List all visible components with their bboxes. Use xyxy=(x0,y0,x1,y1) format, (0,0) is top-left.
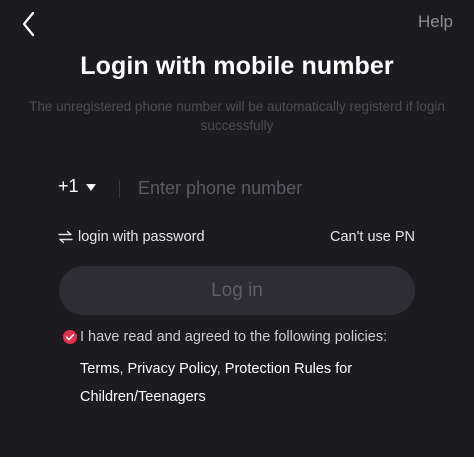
country-code-selector[interactable]: +1 xyxy=(58,176,96,197)
agreement-text: I have read and agreed to the following … xyxy=(80,329,388,345)
input-divider xyxy=(119,180,120,198)
caret-down-icon xyxy=(85,184,96,191)
login-with-password-label: login with password xyxy=(78,229,205,245)
phone-entry-row: +1 xyxy=(58,174,414,204)
page-title: Login with mobile number xyxy=(80,52,394,80)
login-with-password-link[interactable]: login with password xyxy=(58,229,205,245)
privacy-policy-link[interactable]: Privacy Policy xyxy=(128,361,217,377)
login-button[interactable]: Log in xyxy=(59,266,415,315)
help-link[interactable]: Help xyxy=(418,12,453,32)
check-circle-icon[interactable] xyxy=(63,330,77,344)
phone-number-input[interactable] xyxy=(138,174,408,202)
terms-link[interactable]: Terms xyxy=(80,361,119,377)
country-code-value: +1 xyxy=(58,176,79,196)
chevron-left-icon xyxy=(22,11,35,37)
back-button[interactable] xyxy=(16,8,44,40)
cant-use-pn-link[interactable]: Can't use PN xyxy=(330,229,415,245)
separator: , xyxy=(119,361,124,377)
alternative-login-row: login with password Can't use PN xyxy=(58,229,415,249)
policy-links: Terms, Privacy Policy, Protection Rules … xyxy=(80,355,420,411)
page-subtitle: The unregistered phone number will be au… xyxy=(29,99,445,133)
separator: , xyxy=(216,361,221,377)
swap-arrows-icon xyxy=(58,230,73,244)
